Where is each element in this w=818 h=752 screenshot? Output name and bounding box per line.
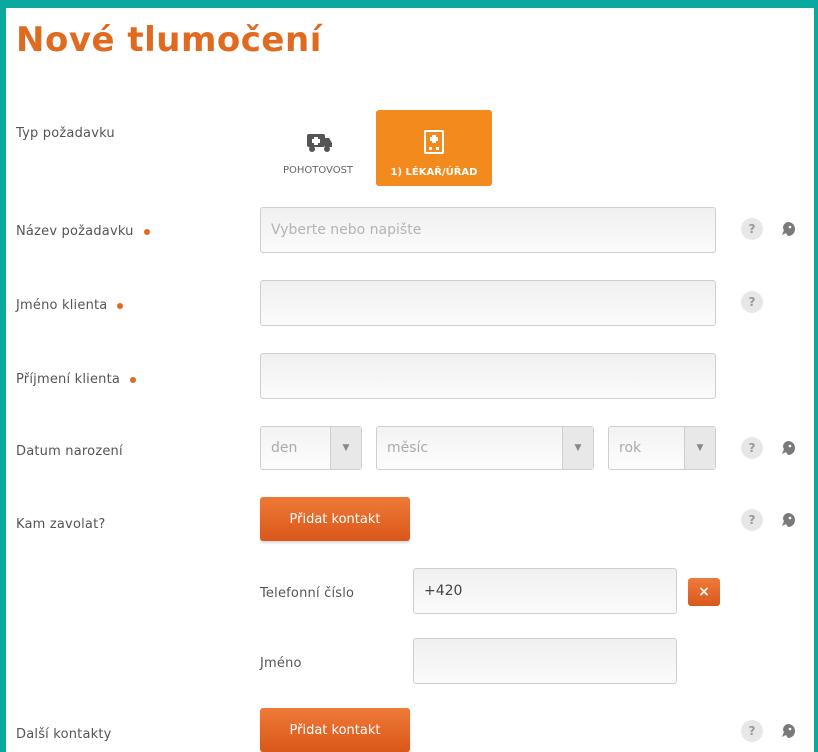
- phone-number-input[interactable]: +420: [413, 568, 677, 614]
- help-symbol: ?: [748, 295, 756, 309]
- required-dot: [117, 302, 124, 309]
- client-first-name-label-text: Jméno klienta: [16, 298, 108, 313]
- contact-name-label: Jméno: [260, 656, 302, 671]
- help-symbol: ?: [748, 441, 756, 455]
- close-icon: ×: [698, 584, 710, 600]
- frame-right-border: [814, 0, 818, 752]
- help-symbol: ?: [748, 513, 756, 527]
- contact-name-input[interactable]: [413, 638, 677, 684]
- type-option-doctor-office[interactable]: 1) LÉKAŘ/ÚŘAD: [376, 110, 492, 186]
- chevron-down-icon: ▼: [330, 427, 361, 469]
- other-contacts-help-icon[interactable]: ?: [741, 720, 763, 742]
- add-other-contact-button[interactable]: Přidat kontakt: [260, 708, 410, 752]
- help-symbol: ?: [748, 724, 756, 738]
- help-symbol: ?: [748, 222, 756, 236]
- type-option-emergency-label: POHOTOVOST: [282, 165, 354, 176]
- client-first-name-help-icon[interactable]: ?: [741, 291, 763, 313]
- ambulance-icon: [307, 134, 332, 152]
- clinic-icon: [424, 130, 444, 154]
- birth-year-select[interactable]: rok ▼: [608, 426, 716, 470]
- required-dot: [130, 376, 137, 383]
- remove-contact-button[interactable]: ×: [688, 578, 720, 606]
- birth-month-value: měsíc: [387, 440, 429, 456]
- birth-month-select[interactable]: měsíc ▼: [376, 426, 594, 470]
- birth-date-help-icon[interactable]: ?: [741, 437, 763, 459]
- chevron-down-icon: ▼: [684, 427, 715, 469]
- request-name-parrot-icon[interactable]: [777, 218, 799, 240]
- client-first-name-label: Jméno klienta: [16, 298, 124, 313]
- add-contact-button[interactable]: Přidat kontakt: [260, 497, 410, 541]
- client-last-name-input[interactable]: [260, 353, 716, 399]
- request-name-label-text: Název požadavku: [16, 224, 134, 239]
- frame-top-border: [0, 0, 818, 8]
- chevron-down-icon: ▼: [562, 427, 593, 469]
- page-title: Nové tlumočení: [16, 20, 322, 60]
- phone-number-value: +420: [424, 583, 463, 599]
- birth-day-value: den: [271, 440, 298, 456]
- client-last-name-label-text: Příjmení klienta: [16, 372, 121, 387]
- where-to-call-parrot-icon[interactable]: [777, 509, 799, 531]
- birth-date-parrot-icon[interactable]: [777, 437, 799, 459]
- where-to-call-help-icon[interactable]: ?: [741, 509, 763, 531]
- birth-date-label: Datum narození: [16, 444, 123, 459]
- request-name-label: Název požadavku: [16, 224, 150, 239]
- request-type-label: Typ požadavku: [16, 126, 115, 141]
- frame-left-border: [0, 0, 6, 752]
- client-first-name-input[interactable]: [260, 280, 716, 326]
- phone-number-label: Telefonní číslo: [260, 586, 355, 601]
- type-option-emergency[interactable]: POHOTOVOST: [262, 112, 374, 184]
- request-name-input[interactable]: Vyberte nebo napište: [260, 207, 716, 253]
- other-contacts-label: Další kontakty: [16, 727, 112, 742]
- type-option-doctor-office-label: 1) LÉKAŘ/ÚŘAD: [390, 167, 478, 178]
- other-contacts-parrot-icon[interactable]: [777, 720, 799, 742]
- required-dot: [143, 228, 150, 235]
- request-name-help-icon[interactable]: ?: [741, 218, 763, 240]
- birth-year-value: rok: [619, 440, 642, 456]
- birth-day-select[interactable]: den ▼: [260, 426, 362, 470]
- request-name-placeholder: Vyberte nebo napište: [271, 222, 422, 238]
- where-to-call-label: Kam zavolat?: [16, 517, 106, 532]
- client-last-name-label: Příjmení klienta: [16, 372, 137, 387]
